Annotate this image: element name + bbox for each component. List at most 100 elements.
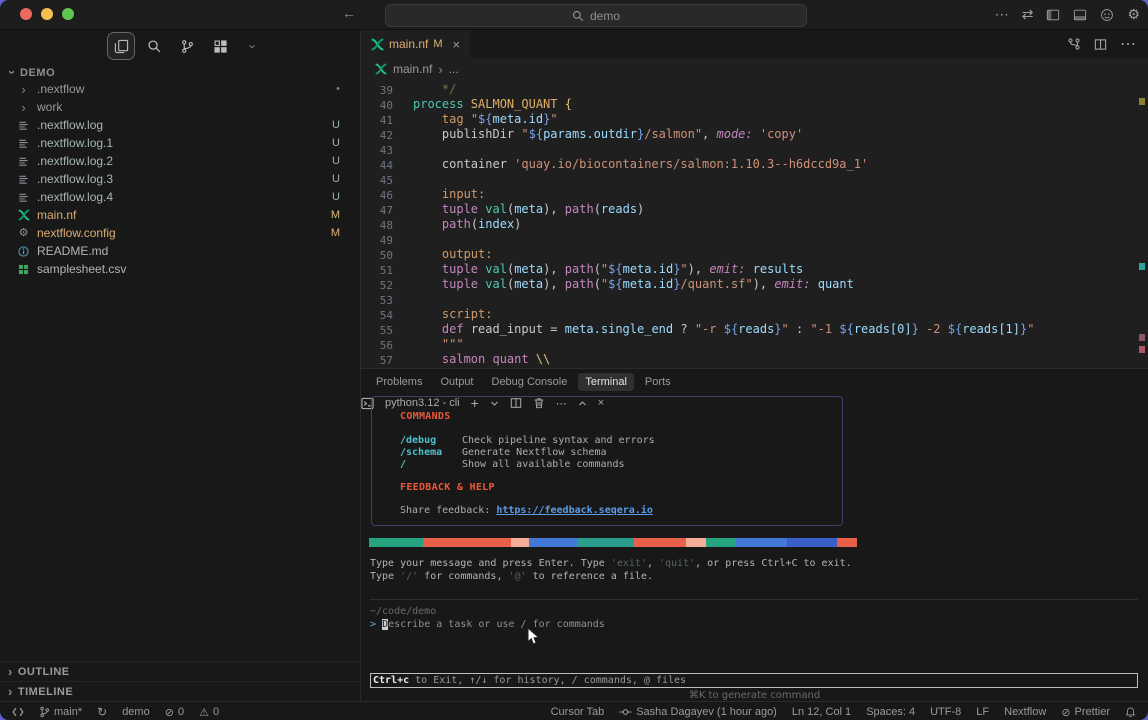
stripe-segment bbox=[529, 538, 577, 547]
status-item-cursor-tab[interactable]: Cursor Tab bbox=[551, 706, 605, 718]
breadcrumb-more[interactable]: ... bbox=[449, 62, 459, 76]
back-arrow-icon[interactable]: ← bbox=[342, 5, 356, 21]
outline-section[interactable]: › OUTLINE bbox=[0, 661, 360, 681]
toggle-panel-icon[interactable] bbox=[1073, 8, 1087, 22]
source-control-graph-icon[interactable] bbox=[1067, 37, 1081, 51]
line-text: tuple val(meta), path(reads) bbox=[393, 202, 644, 217]
panel-tab-debug-console[interactable]: Debug Console bbox=[485, 373, 575, 391]
code-editor[interactable]: 39 */40process SALMON_QUANT {41 tag "${m… bbox=[361, 80, 1148, 368]
cli-input[interactable]: > Describe a task or use / for commands bbox=[370, 619, 605, 631]
close-icon[interactable]: × bbox=[453, 37, 461, 52]
split-editor-icon[interactable] bbox=[1094, 38, 1107, 51]
line-text bbox=[393, 292, 413, 307]
command-center-search[interactable]: demo bbox=[385, 4, 807, 27]
status-item-nextflow[interactable]: Nextflow bbox=[1004, 706, 1046, 718]
breadcrumb[interactable]: main.nf › ... bbox=[361, 58, 1148, 80]
tree-item--nextflow-log-4[interactable]: .nextflow.log.4U bbox=[0, 188, 360, 206]
log-file-icon bbox=[16, 138, 31, 149]
explorer-section-header[interactable]: › DEMO bbox=[10, 66, 55, 79]
breadcrumb-file[interactable]: main.nf bbox=[393, 62, 432, 76]
search-sidebar-icon[interactable] bbox=[141, 33, 167, 59]
tree-item-samplesheet-csv[interactable]: samplesheet.csv bbox=[0, 260, 360, 278]
file-name: .nextflow.log.4 bbox=[37, 190, 113, 204]
status-item-sasha-dagayev-1-hour-ago[interactable]: Sasha Dagayev (1 hour ago) bbox=[619, 706, 777, 718]
panel-tab-terminal[interactable]: Terminal bbox=[578, 373, 634, 391]
terminal-content[interactable]: COMMANDS /debugCheck pipeline syntax and… bbox=[369, 395, 1140, 701]
tree-item-nextflow-config[interactable]: ⚙nextflow.configM bbox=[0, 224, 360, 242]
close-window-button[interactable] bbox=[20, 8, 32, 20]
stripe-segment bbox=[686, 538, 706, 547]
status-item-0[interactable]: ⊘0 bbox=[165, 706, 184, 719]
line-text bbox=[393, 232, 413, 247]
status-item-lf[interactable]: LF bbox=[976, 706, 989, 718]
toggle-sidebar-icon[interactable] bbox=[1046, 8, 1060, 22]
shortcut-hint-bar: Ctrl+c to Exit, ↑/↓ for history, / comma… bbox=[370, 673, 1138, 688]
line-number: 47 bbox=[361, 202, 393, 217]
status-item-spaces-4[interactable]: Spaces: 4 bbox=[866, 706, 915, 718]
hint-rest: to Exit, ↑/↓ for history, / commands, @ … bbox=[409, 675, 686, 687]
stripe-segment bbox=[787, 538, 837, 547]
minimize-window-button[interactable] bbox=[41, 8, 53, 20]
copilot-icon[interactable] bbox=[1100, 8, 1114, 22]
panel-tab-output[interactable]: Output bbox=[433, 373, 480, 391]
log-file-icon bbox=[16, 156, 31, 167]
status-item-demo[interactable]: demo bbox=[122, 706, 150, 718]
extensions-icon[interactable] bbox=[207, 33, 233, 59]
timeline-section[interactable]: › TIMELINE bbox=[0, 681, 360, 701]
tree-item-main-nf[interactable]: main.nfM bbox=[0, 206, 360, 224]
status-label: Prettier bbox=[1075, 706, 1110, 718]
info-file-icon bbox=[16, 246, 31, 257]
stripe-segment bbox=[837, 538, 857, 547]
code-line-55: 55 def read_input = meta.single_end ? "-… bbox=[361, 322, 1148, 337]
log-file-icon bbox=[16, 174, 31, 185]
chevron-down-icon[interactable]: › bbox=[240, 33, 266, 59]
line-number: 43 bbox=[361, 142, 393, 157]
tree-item--nextflow[interactable]: ›.nextflow• bbox=[0, 80, 360, 98]
more-actions-icon[interactable]: ⋯ bbox=[1120, 34, 1136, 54]
code-line-39: 39 */ bbox=[361, 82, 1148, 97]
status-item-sync[interactable]: ↻ bbox=[97, 705, 107, 719]
code-line-56: 56 """ bbox=[361, 337, 1148, 352]
tree-item-readme-md[interactable]: README.md bbox=[0, 242, 360, 260]
status-item-utf-8[interactable]: UTF-8 bbox=[930, 706, 961, 718]
status-item-prettier[interactable]: ⊘Prettier bbox=[1061, 706, 1110, 719]
panel-tab-ports[interactable]: Ports bbox=[638, 373, 678, 391]
line-number: 53 bbox=[361, 292, 393, 307]
line-text: tag "${meta.id}" bbox=[393, 112, 558, 127]
tree-item--nextflow-log[interactable]: .nextflow.logU bbox=[0, 116, 360, 134]
code-line-43: 43 bbox=[361, 142, 1148, 157]
git-status-badge: U bbox=[332, 173, 340, 185]
status-item-bell[interactable] bbox=[1125, 706, 1136, 718]
feedback-link[interactable]: https://feedback.seqera.io bbox=[496, 505, 653, 516]
input-placeholder: escribe a task or use / for commands bbox=[388, 619, 605, 630]
search-icon bbox=[572, 10, 584, 22]
settings-gear-icon[interactable]: ⚙ bbox=[1127, 6, 1140, 23]
git-status-badge: U bbox=[332, 137, 340, 149]
source-control-icon[interactable] bbox=[174, 33, 200, 59]
status-item-remote[interactable] bbox=[12, 706, 24, 718]
tab-main-nf[interactable]: main.nf M × bbox=[361, 30, 470, 58]
status-item-ln-12-col-1[interactable]: Ln 12, Col 1 bbox=[792, 706, 851, 718]
status-item-main[interactable]: main* bbox=[39, 706, 82, 718]
tree-item--nextflow-log-1[interactable]: .nextflow.log.1U bbox=[0, 134, 360, 152]
tree-item--nextflow-log-2[interactable]: .nextflow.log.2U bbox=[0, 152, 360, 170]
zoom-window-button[interactable] bbox=[62, 8, 74, 20]
more-actions-icon[interactable]: ⋯ bbox=[995, 6, 1009, 23]
tree-item--nextflow-log-3[interactable]: .nextflow.log.3U bbox=[0, 170, 360, 188]
status-label: UTF-8 bbox=[930, 706, 961, 718]
explorer-files-icon[interactable] bbox=[108, 33, 134, 59]
line-text: publishDir "${params.outdir}/salmon", mo… bbox=[393, 127, 803, 142]
terminal-help-text: Type your message and press Enter. Type … bbox=[370, 557, 852, 583]
timeline-label: TIMELINE bbox=[18, 686, 73, 698]
status-item-0[interactable]: ⚠0 bbox=[199, 706, 219, 719]
line-number: 49 bbox=[361, 232, 393, 247]
swap-arrows-icon[interactable]: ⇄ bbox=[1022, 6, 1034, 23]
stripe-segment bbox=[369, 538, 423, 547]
line-number: 52 bbox=[361, 277, 393, 292]
tree-item-work[interactable]: ›work bbox=[0, 98, 360, 116]
code-line-45: 45 bbox=[361, 172, 1148, 187]
status-label: Sasha Dagayev (1 hour ago) bbox=[636, 706, 777, 718]
panel-tab-problems[interactable]: Problems bbox=[369, 373, 429, 391]
file-name: work bbox=[37, 100, 62, 114]
file-name: README.md bbox=[37, 244, 108, 258]
